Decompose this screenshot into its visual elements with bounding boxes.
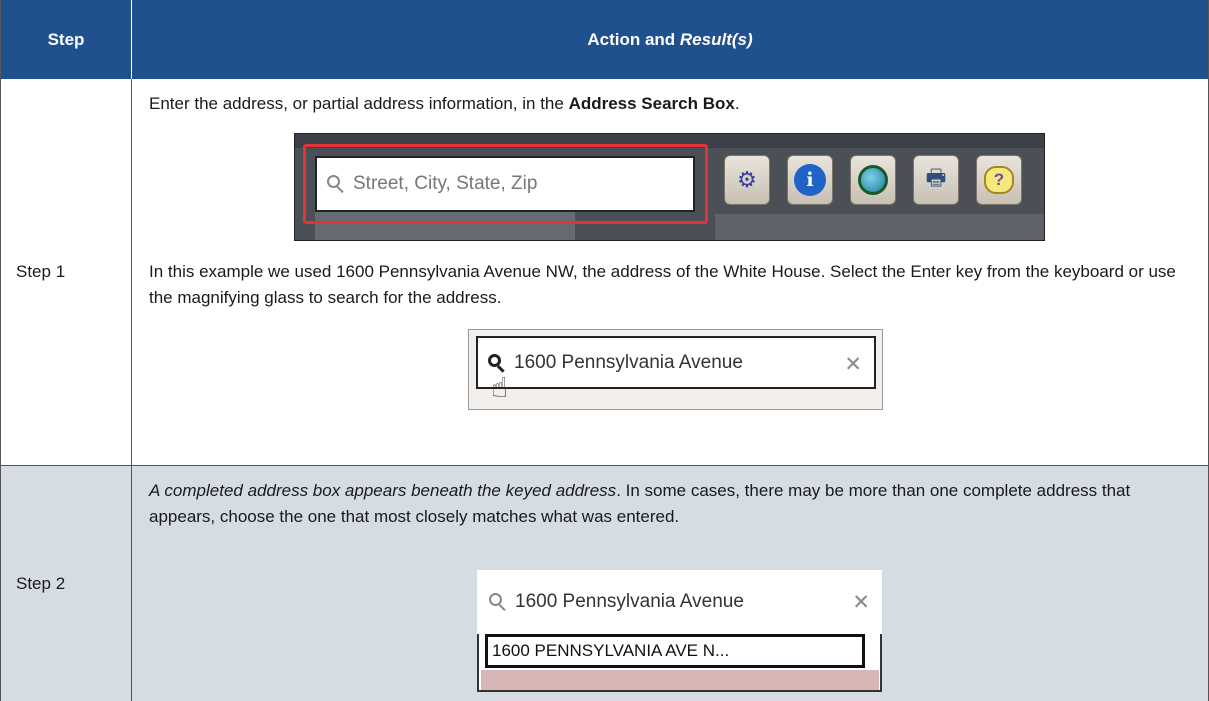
- instruction-italic: A completed address box appears beneath …: [149, 481, 617, 500]
- search-icon: [327, 175, 345, 194]
- instruction-text: A completed address box appears beneath …: [149, 478, 1198, 530]
- toolbar-screenshot: Street, City, State, Zip ⚙ i 🖶 ?: [294, 133, 1045, 241]
- step-label: Step 1: [16, 262, 66, 281]
- suggestion-label: 1600 PENNSYLVANIA AVE N...: [492, 641, 730, 660]
- header-step: Step: [1, 0, 132, 79]
- step-cell: Step 1: [1, 79, 132, 465]
- table-header: Step Action and Result(s): [1, 0, 1208, 79]
- instruction-text-part: In this example we used 1600 Pennsylvani…: [149, 262, 1176, 307]
- address-search-filled[interactable]: 1600 Pennsylvania Avenue ✕: [476, 336, 876, 389]
- search-placeholder: Street, City, State, Zip: [353, 173, 538, 194]
- table-row: Step 2 A completed address box appears b…: [1, 466, 1208, 701]
- instruction-text-part: .: [734, 94, 740, 113]
- instruction-text-part: Enter the address, or partial address in…: [149, 94, 569, 113]
- header-step-label: Step: [47, 29, 85, 49]
- search-icon[interactable]: [488, 353, 506, 373]
- map-background: [481, 670, 879, 690]
- address-search-box[interactable]: Street, City, State, Zip: [315, 156, 695, 212]
- address-suggestion[interactable]: 1600 PENNSYLVANIA AVE N...: [485, 634, 865, 668]
- hand-cursor-icon: ☝: [491, 372, 509, 403]
- step-label: Step 2: [16, 573, 66, 593]
- gear-icon[interactable]: ⚙: [724, 155, 770, 205]
- clear-icon[interactable]: ✕: [852, 590, 870, 615]
- header-action-label: Action and: [587, 29, 680, 49]
- header-action: Action and Result(s): [132, 0, 1208, 79]
- search-value: 1600 Pennsylvania Avenue: [514, 351, 743, 373]
- instruction-table: Step Action and Result(s) Step 1 Enter t…: [0, 0, 1209, 701]
- map-background: [715, 214, 1044, 240]
- instruction-bold: Address Search Box: [568, 94, 735, 113]
- search-value: 1600 Pennsylvania Avenue: [515, 591, 744, 612]
- instruction-text: Enter the address, or partial address in…: [149, 91, 1198, 117]
- print-icon[interactable]: 🖶: [913, 155, 959, 205]
- header-result-label: Result(s): [679, 29, 753, 49]
- table-row: Step 1 Enter the address, or partial add…: [1, 79, 1208, 466]
- instruction-text: In this example we used 1600 Pennsylvani…: [149, 259, 1198, 311]
- clear-icon[interactable]: ✕: [844, 352, 862, 377]
- search-icon[interactable]: [489, 593, 507, 612]
- info-icon[interactable]: i: [787, 155, 833, 205]
- zoom-globe-icon[interactable]: [850, 155, 896, 205]
- address-search-filled[interactable]: 1600 Pennsylvania Avenue ✕: [477, 570, 882, 634]
- step-cell: Step 2: [1, 466, 132, 701]
- help-icon[interactable]: ?: [976, 155, 1022, 205]
